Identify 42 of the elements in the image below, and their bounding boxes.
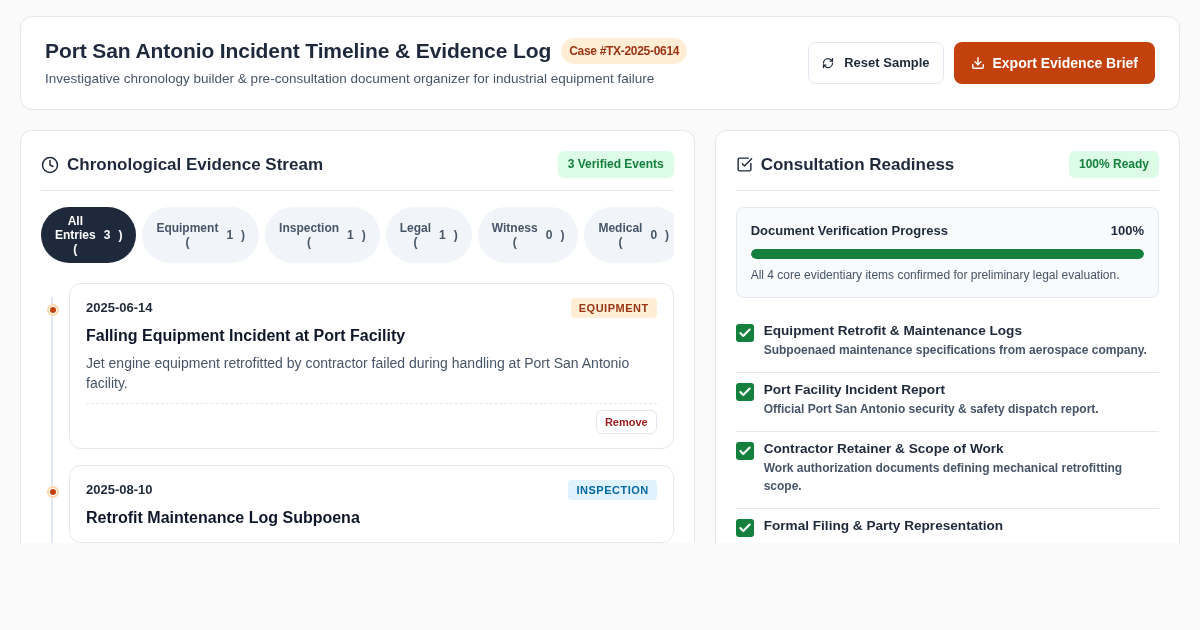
event-date: 2025-08-10 <box>86 481 153 500</box>
checklist-title: Contractor Retainer & Scope of Work <box>763 440 1005 458</box>
progress-reading: 100% <box>1110 222 1144 240</box>
checkbox[interactable] <box>735 324 754 342</box>
remove-button[interactable]: Remove <box>595 410 657 434</box>
checkbox[interactable] <box>735 442 754 460</box>
category-tag: EQUIPMENT <box>570 298 657 318</box>
timeline-dot-icon <box>47 486 59 498</box>
checkbox[interactable] <box>735 383 754 401</box>
check-square-icon <box>735 156 753 173</box>
case-badge: Case #TX-2025-0614 <box>561 38 688 64</box>
panel-title: Chronological Evidence Stream <box>67 153 323 176</box>
reset-button[interactable]: Reset Sample <box>808 42 944 84</box>
progress-caption: All 4 core evidentiary items confirmed for preliminary legal evaluation. <box>750 267 1121 284</box>
checkmark-icon <box>737 385 752 399</box>
timeline-dot-icon <box>47 304 59 316</box>
export-button[interactable]: Export Evidence Brief <box>953 42 1155 84</box>
progress-label: Document Verification Progress <box>750 222 948 240</box>
refresh-icon <box>822 57 835 69</box>
download-icon <box>970 56 985 70</box>
category-tag: INSPECTION <box>568 480 657 500</box>
event-description: Jet engine equipment retrofitted by contractor failed during handling at Port San Antonio facility. <box>86 354 631 393</box>
event-title: Falling Equipment Incident at Port Facility <box>86 326 407 346</box>
checklist-description: Work authorization documents defining mechanical retrofitting scope. <box>763 460 1124 495</box>
checkmark-icon <box>737 444 752 458</box>
checkmark-icon <box>737 326 752 340</box>
checklist-title: Equipment Retrofit & Maintenance Logs <box>763 322 1023 340</box>
event-date: 2025-06-14 <box>86 299 153 318</box>
checklist-title: Port Facility Incident Report <box>763 381 946 399</box>
checkbox[interactable] <box>735 519 754 537</box>
checklist-description: Official Port San Antonio security & safety dispatch report. <box>763 401 1099 418</box>
event-title: Retrofit Maintenance Log Subpoena <box>86 508 361 528</box>
panel-title: Consultation Readiness <box>760 153 955 176</box>
checklist-title: Formal Filing & Party Representation <box>763 517 1004 535</box>
checklist-description: Subpoenaed maintenance specifications from aerospace company. <box>763 342 1147 359</box>
page-title: Port San Antonio Incident Timeline & Evidence Log <box>45 38 552 64</box>
filter-pill[interactable]: All Entries ( 3 ) <box>41 207 137 263</box>
clock-icon <box>41 155 59 174</box>
verified-events-badge: 3 Verified Events <box>557 151 674 178</box>
ready-badge: 100% Ready <box>1068 151 1159 178</box>
page-subtitle: Investigative chronology builder & pre-consultation document organizer for industrial equipment failure <box>45 70 656 88</box>
checkmark-icon <box>737 521 752 535</box>
